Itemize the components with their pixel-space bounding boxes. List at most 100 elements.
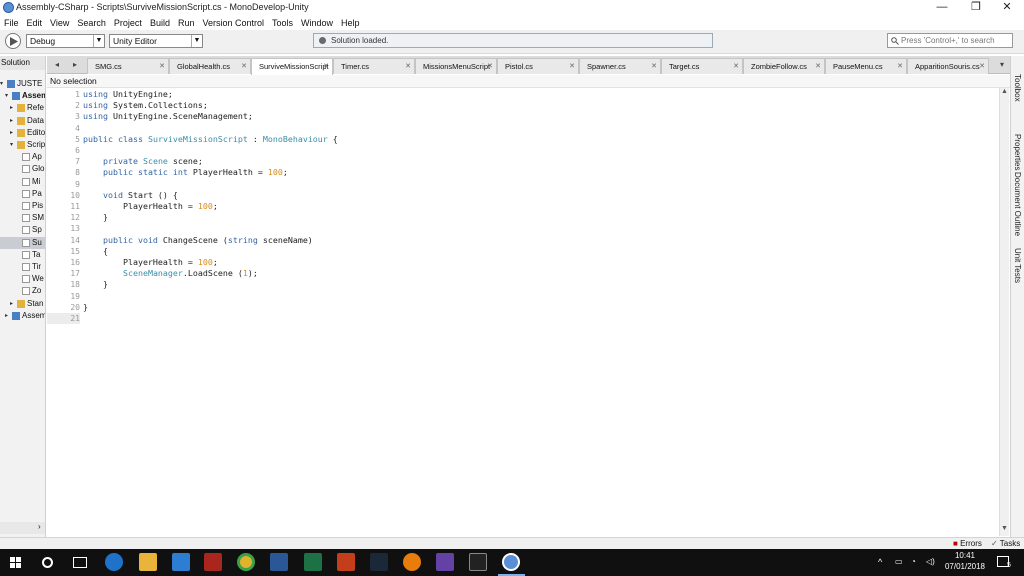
global-search-input[interactable]: Press 'Control+,' to search — [887, 33, 1013, 48]
tab-survivemissionscript[interactable]: SurviveMissionScript ✕ — [251, 58, 333, 75]
code-line[interactable]: 19 — [47, 291, 999, 302]
menu-help[interactable]: Help — [337, 16, 364, 30]
menu-edit[interactable]: Edit — [23, 16, 47, 30]
code-line[interactable]: 9 — [47, 179, 999, 190]
code-line[interactable]: 21 — [47, 313, 999, 325]
close-tab-icon[interactable]: ✕ — [733, 59, 739, 74]
solution-tree-item[interactable]: Sp — [0, 224, 45, 236]
menu-window[interactable]: Window — [297, 16, 337, 30]
solution-tree-item[interactable]: ▸ Stan — [0, 298, 45, 310]
tab-missionsmenuscript[interactable]: MissionsMenuScript ✕ — [415, 58, 497, 74]
code-line[interactable]: 11 PlayerHealth = 100; — [47, 201, 999, 212]
editor-vertical-scrollbar[interactable]: ▲ ▼ — [999, 88, 1009, 536]
code-line[interactable]: 16 PlayerHealth = 100; — [47, 257, 999, 268]
close-button[interactable]: ✕ — [990, 0, 1024, 16]
clock-time[interactable]: 10:41 — [948, 551, 982, 560]
tab-pistol[interactable]: Pistol.cs ✕ — [497, 58, 579, 74]
solution-tree-item[interactable]: SM — [0, 212, 45, 224]
cortana-icon[interactable] — [42, 557, 53, 568]
dock-document-outline[interactable]: Document Outline — [1013, 172, 1022, 236]
chrome-icon[interactable] — [237, 553, 255, 571]
run-target-select[interactable]: Unity Editor ▼ — [109, 34, 203, 48]
code-line[interactable]: 10 void Start () { — [47, 190, 999, 201]
expanded-arrow-icon[interactable]: ▾ — [0, 78, 6, 90]
code-line[interactable]: 5 public class SurviveMissionScript : Mon… — [47, 134, 999, 145]
tab-list-icon[interactable]: ▾ — [994, 58, 1010, 72]
solution-tree-item[interactable]: Pa — [0, 188, 45, 200]
scroll-up-icon[interactable]: ▲ — [1000, 88, 1009, 98]
code-line[interactable]: 1 using UnityEngine; — [47, 89, 999, 100]
code-editor[interactable]: 1 using UnityEngine; 2 using System.Collect… — [47, 88, 999, 536]
edge-icon[interactable] — [105, 553, 123, 571]
volume-icon[interactable]: ◁) — [926, 557, 935, 566]
battery-icon[interactable]: ▭ — [895, 557, 903, 566]
code-line[interactable]: 3 using UnityEngine.SceneManagement; — [47, 111, 999, 122]
tab-zombiefollow[interactable]: ZombieFollow.cs ✕ — [743, 58, 825, 74]
menu-search[interactable]: Search — [73, 16, 110, 30]
maximize-button[interactable]: ❐ — [959, 0, 993, 16]
solution-tree-item[interactable]: Su — [0, 236, 45, 249]
menu-view[interactable]: View — [46, 16, 73, 30]
solution-tree-item[interactable]: Mi — [0, 176, 45, 188]
solution-tree-item[interactable]: ▾ JUSTE U — [0, 78, 45, 90]
solution-tree-item[interactable]: ▸ Assem — [0, 310, 45, 322]
collapsed-arrow-icon[interactable]: ▸ — [10, 115, 16, 127]
collapsed-arrow-icon[interactable]: ▸ — [10, 127, 16, 139]
tab-scroll-left-icon[interactable]: ◂ — [49, 58, 65, 72]
tab-target[interactable]: Target.cs ✕ — [661, 58, 743, 74]
task-view-icon[interactable] — [73, 557, 87, 568]
close-tab-icon[interactable]: ✕ — [651, 59, 657, 74]
code-line[interactable]: 13 — [47, 223, 999, 234]
scroll-right-icon[interactable]: › — [38, 522, 41, 531]
tab-smg[interactable]: SMG.cs ✕ — [87, 58, 169, 74]
solution-tree-item[interactable]: ▸ Data — [0, 115, 45, 127]
menu-tools[interactable]: Tools — [268, 16, 297, 30]
close-tab-icon[interactable]: ✕ — [897, 59, 903, 74]
tab-globalhealth[interactable]: GlobalHealth.cs ✕ — [169, 58, 251, 74]
collapsed-arrow-icon[interactable]: ▸ — [5, 310, 11, 322]
solution-tree-item[interactable]: Ta — [0, 249, 45, 261]
close-tab-icon[interactable]: ✕ — [405, 59, 411, 74]
solution-tree-item[interactable]: Glo — [0, 163, 45, 175]
steam-icon[interactable] — [370, 553, 388, 571]
run-button[interactable] — [5, 33, 21, 49]
tab-apparitionsouris[interactable]: ApparitionSouris.cs ✕ — [907, 58, 989, 74]
collapsed-arrow-icon[interactable]: ▸ — [10, 298, 16, 310]
close-tab-icon[interactable]: ✕ — [979, 59, 985, 74]
powerpoint-icon[interactable] — [337, 553, 355, 571]
code-line[interactable]: 4 — [47, 123, 999, 134]
collapsed-arrow-icon[interactable]: ▸ — [10, 102, 16, 114]
tab-spawner[interactable]: Spawner.cs ✕ — [579, 58, 661, 74]
close-tab-icon[interactable]: ✕ — [569, 59, 575, 74]
code-line[interactable]: 6 — [47, 145, 999, 156]
errors-pad-button[interactable]: ■ Errors — [953, 538, 982, 549]
expanded-arrow-icon[interactable]: ▾ — [10, 139, 16, 151]
wifi-icon[interactable]: ◔ — [911, 557, 916, 566]
menu-project[interactable]: Project — [110, 16, 146, 30]
solution-tree-item[interactable]: ▸ Refe — [0, 102, 45, 114]
app-red-icon[interactable] — [204, 553, 222, 571]
close-tab-icon[interactable]: ✕ — [241, 59, 247, 74]
code-line[interactable]: 12 } — [47, 212, 999, 223]
minimize-button[interactable]: — — [925, 0, 959, 16]
menu-build[interactable]: Build — [146, 16, 174, 30]
twitch-icon[interactable] — [436, 553, 454, 571]
solution-tree-item[interactable]: ▾ Assem — [0, 90, 45, 102]
configuration-select[interactable]: Debug ▼ — [26, 34, 105, 48]
excel-icon[interactable] — [304, 553, 322, 571]
monodevelop-taskbar-icon[interactable] — [502, 553, 520, 571]
code-line[interactable]: 14 public void ChangeScene (string scene… — [47, 235, 999, 246]
code-line[interactable]: 7 private Scene scene; — [47, 156, 999, 167]
dock-unit-tests[interactable]: Unit Tests — [1013, 248, 1022, 283]
tab-pausemenu[interactable]: PauseMenu.cs ✕ — [825, 58, 907, 74]
solution-tree-item[interactable]: We — [0, 273, 45, 285]
close-tab-icon[interactable]: ✕ — [815, 59, 821, 74]
store-icon[interactable] — [172, 553, 190, 571]
show-hidden-icons-icon[interactable]: ^ — [878, 557, 882, 567]
expanded-arrow-icon[interactable]: ▾ — [5, 90, 11, 102]
close-tab-icon[interactable]: ✕ — [159, 59, 165, 74]
tasks-pad-button[interactable]: ✓ Tasks — [991, 538, 1020, 549]
unity-icon[interactable] — [469, 553, 487, 571]
code-line[interactable]: 17 SceneManager.LoadScene (1); — [47, 268, 999, 279]
solution-tree-item[interactable]: Tir — [0, 261, 45, 273]
